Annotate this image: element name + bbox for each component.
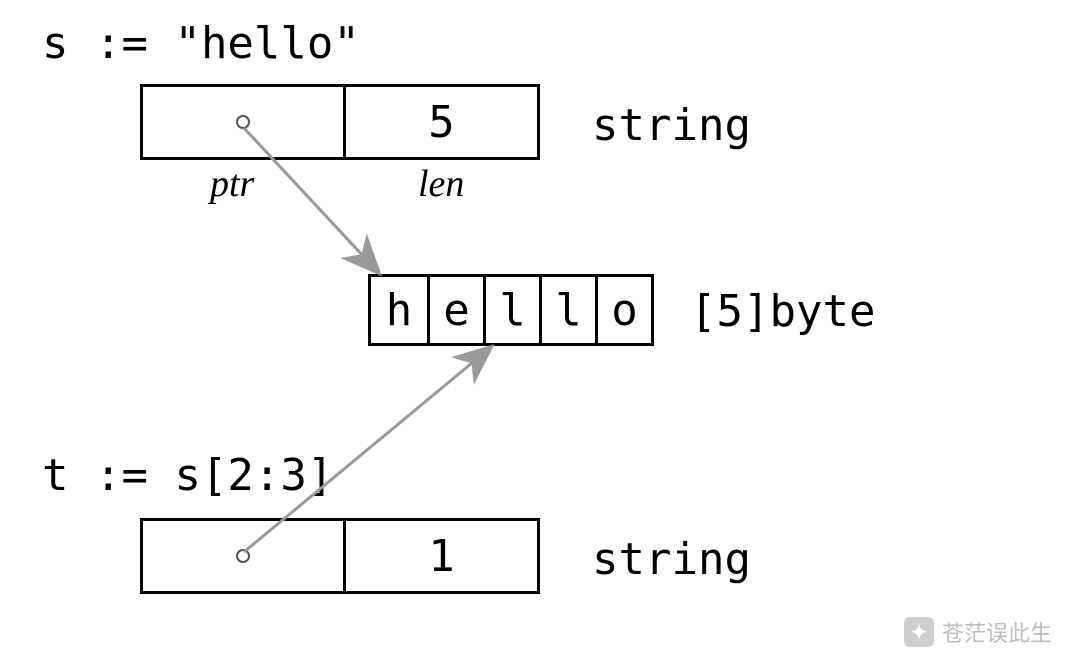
string-header-t: 1 (140, 518, 540, 594)
field-label-len-s: len (418, 162, 464, 206)
byte-cell: o (595, 277, 651, 343)
byte-cell: l (539, 277, 595, 343)
watermark-text: 苍茫误此生 (942, 616, 1052, 648)
string-header-s: 5 (140, 84, 540, 160)
wechat-icon: ✦ (904, 617, 934, 647)
pointer-dot-icon (236, 549, 250, 563)
len-cell-s: 5 (346, 87, 537, 157)
byte-array: hello (368, 274, 654, 346)
pointer-dot-icon (236, 115, 250, 129)
ptr-cell-s (143, 87, 343, 157)
watermark: ✦ 苍茫误此生 (904, 616, 1052, 648)
type-label-string-t: string (592, 534, 751, 585)
field-label-ptr-s: ptr (210, 162, 254, 206)
type-label-string-s: string (592, 100, 751, 151)
len-cell-t: 1 (346, 521, 537, 591)
type-label-bytes: [5]byte (690, 286, 875, 337)
code-decl-s: s := "hello" (42, 18, 360, 69)
ptr-cell-t (143, 521, 343, 591)
byte-cell: h (371, 277, 427, 343)
byte-cell: e (427, 277, 483, 343)
byte-cell: l (483, 277, 539, 343)
code-decl-t: t := s[2:3] (42, 450, 333, 501)
